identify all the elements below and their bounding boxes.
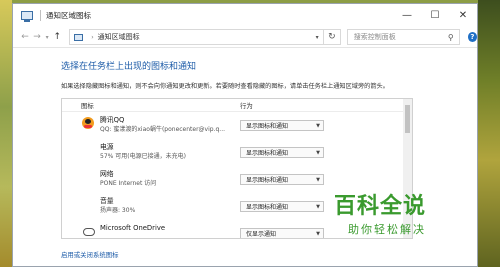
row-text: 网络 PONE Internet 访问	[100, 170, 240, 188]
action-select[interactable]: 显示图标和通知 ▼	[240, 120, 324, 131]
window-icon	[21, 11, 33, 22]
row-name: 音量	[100, 197, 114, 205]
chevron-down-icon: ▼	[316, 230, 320, 237]
back-arrow-icon[interactable]: ←	[19, 32, 31, 42]
title-separator	[40, 10, 41, 21]
row-name: 电源	[100, 143, 114, 151]
address-dropdown-icon[interactable]: ▾	[311, 34, 323, 41]
power-icon	[82, 144, 94, 156]
search-input[interactable]	[353, 33, 443, 41]
action-select-value: 显示图标和通知	[246, 123, 289, 130]
scrollbar-thumb[interactable]	[405, 105, 410, 133]
address-toolbar: ← → ▾ ↑ › 通知区域图标 ▾ ↻ ⚲ ?	[13, 27, 477, 48]
page-description: 如果选择隐藏图标和通知，则不会向你通知更改和更新。若要随时查看隐藏的图标，请单击…	[61, 83, 389, 90]
window-controls: — ☐ ✕	[393, 4, 477, 27]
watermark: 百科全说 助你轻松解决	[334, 188, 464, 237]
column-header-icon: 图标	[81, 101, 94, 110]
row-text: Microsoft OneDrive	[100, 224, 240, 233]
row-status: 扬声器: 30%	[100, 207, 136, 214]
action-select-value: 显示图标和通知	[246, 177, 289, 184]
row-name: 腾讯QQ	[100, 116, 125, 124]
chevron-down-icon: ▼	[316, 122, 320, 129]
desktop-background-right	[478, 0, 500, 267]
forward-arrow-icon[interactable]: →	[31, 32, 43, 42]
chevron-down-icon: ▼	[316, 203, 320, 210]
up-arrow-icon[interactable]: ↑	[51, 32, 63, 42]
row-name: Microsoft OneDrive	[100, 224, 166, 232]
page-title: 选择在任务栏上出现的图标和通知	[61, 62, 197, 72]
row-status: QQ: 蜜漾渡的xiao蜗牛(ponecenter@vip.q...	[100, 126, 226, 133]
maximize-button[interactable]: ☐	[421, 4, 449, 27]
minimize-button[interactable]: —	[393, 4, 421, 27]
search-icon[interactable]: ⚲	[443, 33, 459, 42]
onedrive-cloud-icon	[82, 225, 95, 237]
recent-locations-chevron-icon[interactable]: ▾	[43, 34, 51, 41]
row-text: 腾讯QQ QQ: 蜜漾渡的xiao蜗牛(ponecenter@vip.q...	[100, 116, 240, 134]
breadcrumb-separator-icon: ›	[91, 33, 94, 41]
table-header: 图标 行为	[62, 99, 412, 112]
title-bar[interactable]: 通知区域图标 — ☐ ✕	[13, 4, 477, 27]
action-select[interactable]: 显示图标和通知 ▼	[240, 201, 324, 212]
chevron-down-icon: ▼	[316, 149, 320, 156]
chevron-down-icon: ▼	[316, 176, 320, 183]
action-select-value: 显示图标和通知	[246, 150, 289, 157]
row-status: 57% 可用(电源已接通，未充电)	[100, 153, 186, 160]
refresh-icon[interactable]: ↻	[324, 29, 341, 45]
network-icon	[82, 171, 94, 183]
watermark-subtitle: 助你轻松解决	[348, 223, 426, 236]
row-name: 网络	[100, 170, 114, 178]
window-title: 通知区域图标	[46, 11, 91, 20]
close-button[interactable]: ✕	[449, 4, 477, 27]
action-select[interactable]: 显示图标和通知 ▼	[240, 174, 324, 185]
row-text: 音量 扬声器: 30%	[100, 197, 240, 215]
table-row: 腾讯QQ QQ: 蜜漾渡的xiao蜗牛(ponecenter@vip.q... …	[62, 112, 412, 139]
action-select[interactable]: 仅显示通知 ▼	[240, 228, 324, 238]
control-panel-icon	[74, 33, 84, 41]
desktop-background-left	[0, 0, 12, 267]
action-select-value: 显示图标和通知	[246, 204, 289, 211]
breadcrumb-current[interactable]: 通知区域图标	[98, 32, 311, 42]
qq-penguin-icon	[82, 117, 94, 129]
volume-icon	[82, 198, 94, 210]
table-row: 电源 57% 可用(电源已接通，未充电) 显示图标和通知 ▼	[62, 139, 412, 166]
address-bar[interactable]: › 通知区域图标 ▾	[69, 29, 325, 45]
search-box[interactable]: ⚲	[346, 29, 460, 45]
system-icons-link[interactable]: 启用或关闭系统图标	[61, 250, 119, 259]
watermark-title: 百科全说	[334, 194, 427, 219]
action-select[interactable]: 显示图标和通知 ▼	[240, 147, 324, 158]
row-status: PONE Internet 访问	[100, 180, 157, 187]
action-select-value: 仅显示通知	[246, 231, 277, 238]
help-icon[interactable]: ?	[467, 32, 477, 42]
column-header-action: 行为	[240, 101, 253, 110]
row-text: 电源 57% 可用(电源已接通，未充电)	[100, 143, 240, 161]
